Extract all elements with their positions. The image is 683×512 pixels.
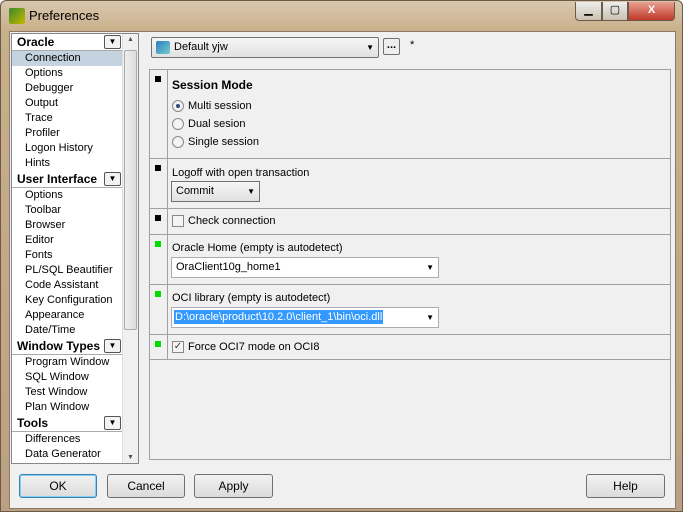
nav-section-header[interactable]: Tools ▼ — [12, 415, 123, 432]
check-connection-section: Check connection — [150, 209, 670, 235]
chevron-down-icon: ▼ — [426, 313, 434, 322]
nav-item[interactable]: Key Configuration — [12, 293, 123, 308]
profile-icon — [156, 41, 170, 54]
default-marker-icon — [155, 165, 161, 171]
radio-icon — [172, 100, 184, 112]
logoff-value: Commit — [176, 185, 214, 197]
radio-dual-session[interactable]: Dual sesion — [172, 118, 245, 130]
session-mode-section: Session Mode Multi session Dual sesion S… — [150, 70, 670, 159]
radio-icon — [172, 118, 184, 130]
nav-item[interactable]: Hints — [12, 156, 123, 171]
oracle-home-section: Oracle Home (empty is autodetect) OraCli… — [150, 235, 670, 285]
nav-item[interactable]: Plan Window — [12, 400, 123, 415]
nav-item[interactable]: Test Window — [12, 385, 123, 400]
scroll-down-icon[interactable]: ▼ — [123, 454, 138, 461]
nav-section-label: Tools — [17, 416, 49, 430]
radio-icon — [172, 136, 184, 148]
nav-section-header[interactable]: User Interface ▼ — [12, 171, 123, 188]
changed-marker-icon — [155, 291, 161, 297]
session-mode-title: Session Mode — [172, 78, 253, 92]
nav-section-label: Oracle — [17, 35, 55, 49]
ok-button[interactable]: OK — [19, 474, 97, 498]
changed-marker-icon — [155, 241, 161, 247]
logoff-section: Logoff with open transaction Commit ▼ — [150, 159, 670, 209]
nav-item[interactable]: Fonts — [12, 248, 123, 263]
checkbox-icon — [172, 215, 184, 227]
oracle-home-label: Oracle Home (empty is autodetect) — [172, 242, 343, 254]
nav-item[interactable]: Output — [12, 96, 123, 111]
collapse-toggle-icon[interactable]: ▼ — [104, 416, 121, 430]
apply-button[interactable]: Apply — [194, 474, 273, 498]
changed-marker-icon — [155, 341, 161, 347]
scroll-up-icon[interactable]: ▲ — [123, 36, 138, 43]
logoff-dropdown[interactable]: Commit ▼ — [171, 181, 260, 202]
collapse-toggle-icon[interactable]: ▼ — [104, 35, 121, 49]
nav-item[interactable]: Data Generator — [12, 447, 123, 462]
close-button[interactable]: X — [628, 2, 675, 21]
nav-section-header[interactable]: Oracle ▼ — [12, 34, 123, 51]
oracle-home-dropdown[interactable]: OraClient10g_home1 ▼ — [171, 257, 439, 278]
cancel-button[interactable]: Cancel — [107, 474, 185, 498]
collapse-toggle-icon[interactable]: ▼ — [104, 172, 121, 186]
nav-item[interactable]: Debugger — [12, 81, 123, 96]
nav-item[interactable]: Program Window — [12, 355, 123, 370]
radio-label: Multi session — [188, 100, 252, 112]
maximize-button[interactable]: ▢ — [602, 2, 628, 21]
oracle-home-value: OraClient10g_home1 — [176, 261, 281, 273]
preferences-window: Preferences ▁ ▢ X Oracle ▼ Connection Optio… — [0, 0, 683, 512]
oci-library-dropdown[interactable]: D:\oracle\product\10.2.0\client_1\bin\oc… — [171, 307, 439, 328]
nav-section-label: User Interface — [17, 172, 98, 186]
profile-more-button[interactable]: ... — [383, 38, 400, 55]
help-button[interactable]: Help — [586, 474, 665, 498]
nav-item[interactable]: Browser — [12, 218, 123, 233]
nav-item[interactable]: Options — [12, 188, 123, 203]
radio-multi-session[interactable]: Multi session — [172, 100, 252, 112]
checkbox-label: Force OCI7 mode on OCI8 — [188, 341, 320, 353]
minimize-button[interactable]: ▁ — [575, 2, 602, 21]
scroll-thumb[interactable] — [124, 50, 137, 330]
nav-item[interactable]: PL/SQL Beautifier — [12, 263, 123, 278]
nav-item[interactable]: SQL Window — [12, 370, 123, 385]
checkmark-icon: ✓ — [172, 341, 184, 353]
nav-item[interactable]: Differences — [12, 432, 123, 447]
profile-value: Default yjw — [174, 41, 228, 53]
default-marker-icon — [155, 76, 161, 82]
nav-item[interactable]: Appearance — [12, 308, 123, 323]
nav-section-label: Window Types — [17, 339, 101, 353]
default-marker-icon — [155, 215, 161, 221]
force-oci7-checkbox[interactable]: ✓ Force OCI7 mode on OCI8 — [172, 341, 319, 353]
nav-item[interactable]: Editor — [12, 233, 123, 248]
nav-item[interactable]: Options — [12, 66, 123, 81]
nav-scrollbar[interactable]: ▲ ▼ — [122, 34, 138, 463]
nav-item[interactable]: Date/Time — [12, 323, 123, 338]
chevron-down-icon: ▼ — [426, 263, 434, 272]
preferences-nav: Oracle ▼ Connection Options Debugger Output Tr… — [11, 33, 139, 464]
radio-label: Single session — [188, 136, 259, 148]
collapse-toggle-icon[interactable]: ▼ — [104, 339, 121, 353]
chevron-down-icon: ▼ — [247, 187, 255, 196]
chevron-down-icon: ▼ — [366, 43, 374, 52]
window-title: Preferences — [29, 8, 100, 23]
oci-library-label: OCI library (empty is autodetect) — [172, 292, 331, 304]
nav-item[interactable]: Toolbar — [12, 203, 123, 218]
modified-indicator: * — [410, 39, 415, 51]
check-connection-checkbox[interactable]: Check connection — [172, 215, 275, 227]
force-oci7-section: ✓ Force OCI7 mode on OCI8 — [150, 335, 670, 360]
settings-panel: Session Mode Multi session Dual sesion S… — [149, 69, 671, 460]
profile-dropdown[interactable]: Default yjw ▼ — [151, 37, 379, 58]
nav-item[interactable]: Profiler — [12, 126, 123, 141]
logoff-label: Logoff with open transaction — [172, 167, 310, 179]
nav-item[interactable]: Trace — [12, 111, 123, 126]
oci-library-section: OCI library (empty is autodetect) D:\ora… — [150, 285, 670, 335]
nav-item[interactable]: Connection — [12, 51, 123, 66]
nav-item[interactable]: Code Assistant — [12, 278, 123, 293]
app-icon — [9, 8, 25, 24]
radio-label: Dual sesion — [188, 118, 246, 130]
oci-library-value: D:\oracle\product\10.2.0\client_1\bin\oc… — [174, 310, 384, 324]
radio-single-session[interactable]: Single session — [172, 136, 259, 148]
nav-section-header[interactable]: Window Types ▼ — [12, 338, 123, 355]
dialog-client: Oracle ▼ Connection Options Debugger Output Tr… — [9, 31, 676, 509]
checkbox-label: Check connection — [188, 215, 276, 227]
nav-item[interactable]: Logon History — [12, 141, 123, 156]
